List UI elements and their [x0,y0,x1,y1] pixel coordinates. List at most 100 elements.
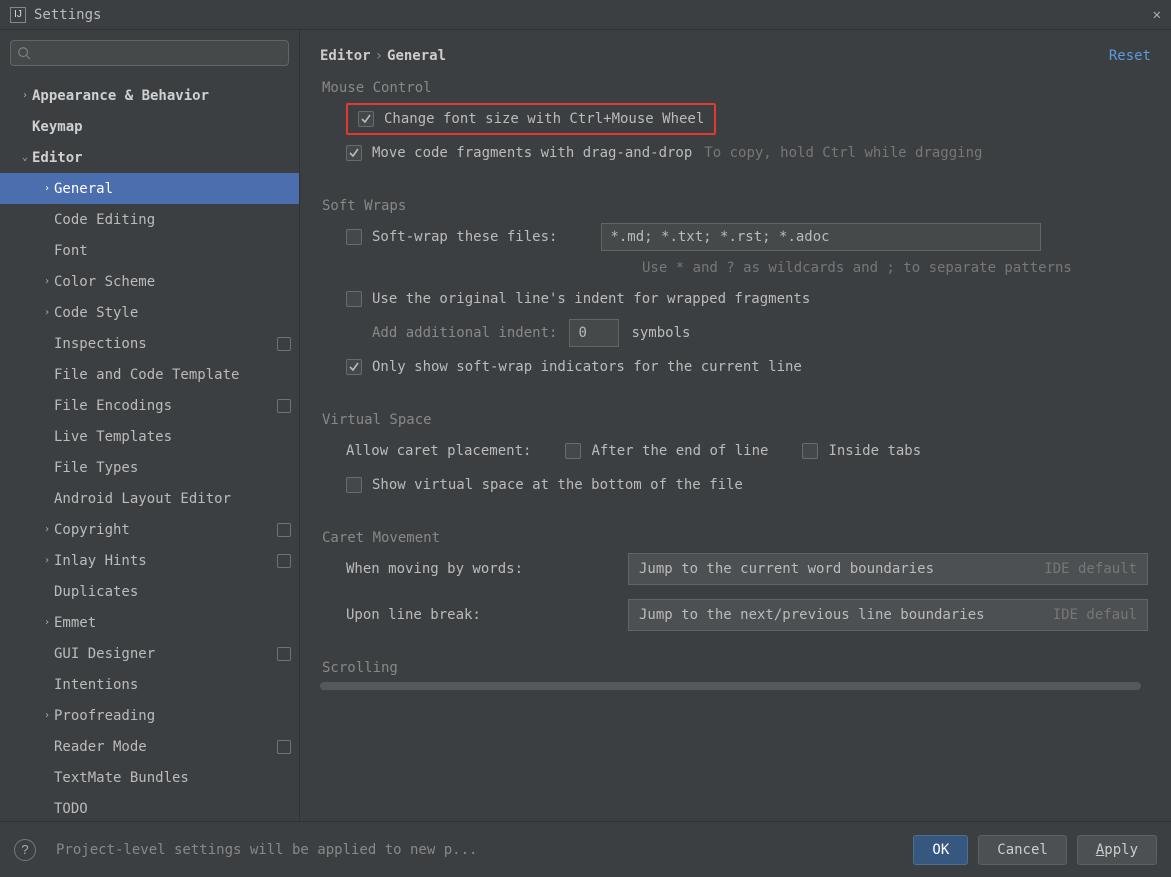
section-caret-movement: Caret Movement [320,522,1171,552]
project-scope-icon [277,647,291,661]
tree-item-label: Emmet [54,615,291,631]
tree-item-label: Android Layout Editor [54,491,291,507]
search-icon [17,46,31,60]
tree-item-reader-mode[interactable]: Reader Mode [0,731,299,762]
tree-item-label: Live Templates [54,429,291,445]
section-mouse-control: Mouse Control [320,72,1171,102]
by-words-label: When moving by words: [346,561,616,577]
tree-item-file-and-code-template[interactable]: File and Code Template [0,359,299,390]
only-show-indicators-checkbox[interactable]: Only show soft-wrap indicators for the c… [346,359,802,375]
tree-item-color-scheme[interactable]: ›Color Scheme [0,266,299,297]
inside-tabs-checkbox[interactable]: Inside tabs [802,443,921,459]
tree-item-code-editing[interactable]: Code Editing [0,204,299,235]
project-scope-icon [277,523,291,537]
tree-item-label: Code Editing [54,212,291,228]
breadcrumb: Editor›General [320,48,446,64]
tree-item-emmet[interactable]: ›Emmet [0,607,299,638]
tree-item-label: Editor [32,150,291,166]
tree-item-proofreading[interactable]: ›Proofreading [0,700,299,731]
tree-item-label: GUI Designer [54,646,277,662]
settings-sidebar: ›Appearance & BehaviorKeymap⌄Editor›Gene… [0,30,300,821]
ok-button[interactable]: OK [913,835,968,865]
project-scope-icon [277,554,291,568]
project-scope-icon [277,337,291,351]
chevron-down-icon: ⌄ [18,152,32,163]
horizontal-scrollbar[interactable] [320,682,1171,692]
tree-item-label: File Encodings [54,398,277,414]
tree-item-general[interactable]: ›General [0,173,299,204]
line-break-label: Upon line break: [346,607,616,623]
window-title: Settings [34,7,101,23]
tree-item-label: Duplicates [54,584,291,600]
by-words-dropdown[interactable]: Jump to the current word boundaries IDE … [628,553,1148,585]
titlebar: IJ Settings ✕ [0,0,1171,30]
chevron-right-icon: › [40,710,54,721]
tree-item-label: Keymap [32,119,291,135]
tree-item-live-templates[interactable]: Live Templates [0,421,299,452]
tree-item-font[interactable]: Font [0,235,299,266]
tree-item-label: Font [54,243,291,259]
add-indent-label: Add additional indent: [372,325,557,341]
tree-item-duplicates[interactable]: Duplicates [0,576,299,607]
project-scope-icon [277,740,291,754]
chevron-right-icon: › [40,276,54,287]
move-code-fragments-checkbox[interactable]: Move code fragments with drag-and-drop [346,145,692,161]
tree-item-label: Copyright [54,522,277,538]
app-icon: IJ [10,7,26,23]
chevron-right-icon: › [40,183,54,194]
tree-item-label: Intentions [54,677,291,693]
tree-item-textmate-bundles[interactable]: TextMate Bundles [0,762,299,793]
section-soft-wraps: Soft Wraps [320,190,1171,220]
help-icon[interactable]: ? [14,839,36,861]
project-scope-icon [277,399,291,413]
chevron-right-icon: › [18,90,32,101]
tree-item-label: Inlay Hints [54,553,277,569]
tree-item-label: Reader Mode [54,739,277,755]
tree-item-label: File and Code Template [54,367,291,383]
tree-item-copyright[interactable]: ›Copyright [0,514,299,545]
dialog-footer: ? Project-level settings will be applied… [0,821,1171,877]
search-input[interactable] [10,40,289,66]
add-indent-suffix: symbols [631,325,690,341]
tree-item-file-types[interactable]: File Types [0,452,299,483]
chevron-right-icon: › [40,555,54,566]
line-break-dropdown[interactable]: Jump to the next/previous line boundarie… [628,599,1148,631]
section-scrolling: Scrolling [320,652,1171,682]
tree-item-editor[interactable]: ⌄Editor [0,142,299,173]
settings-content: Editor›General Reset Mouse Control Chang… [300,30,1171,821]
chevron-right-icon: › [40,617,54,628]
soft-wrap-files-checkbox[interactable]: Soft-wrap these files: [346,229,557,245]
add-indent-input[interactable] [569,319,619,347]
settings-tree: ›Appearance & BehaviorKeymap⌄Editor›Gene… [0,76,299,821]
reset-link[interactable]: Reset [1109,48,1151,64]
tree-item-label: General [54,181,291,197]
tree-item-android-layout-editor[interactable]: Android Layout Editor [0,483,299,514]
tree-item-todo[interactable]: TODO [0,793,299,821]
tree-item-code-style[interactable]: ›Code Style [0,297,299,328]
chevron-right-icon: › [40,524,54,535]
tree-item-file-encodings[interactable]: File Encodings [0,390,299,421]
tree-item-label: Color Scheme [54,274,291,290]
tree-item-appearance-behavior[interactable]: ›Appearance & Behavior [0,80,299,111]
change-font-size-checkbox[interactable]: Change font size with Ctrl+Mouse Wheel [358,111,704,127]
chevron-right-icon: › [40,307,54,318]
tree-item-label: Appearance & Behavior [32,88,291,104]
apply-button[interactable]: Apply [1077,835,1157,865]
tree-item-keymap[interactable]: Keymap [0,111,299,142]
tree-item-inspections[interactable]: Inspections [0,328,299,359]
tree-item-inlay-hints[interactable]: ›Inlay Hints [0,545,299,576]
original-indent-checkbox[interactable]: Use the original line's indent for wrapp… [346,291,810,307]
cancel-button[interactable]: Cancel [978,835,1067,865]
allow-caret-label: Allow caret placement: [346,443,531,459]
tree-item-label: File Types [54,460,291,476]
section-virtual-space: Virtual Space [320,404,1171,434]
after-eol-checkbox[interactable]: After the end of line [565,443,768,459]
tree-item-label: TextMate Bundles [54,770,291,786]
soft-wrap-files-input[interactable] [601,223,1041,251]
show-virtual-space-bottom-checkbox[interactable]: Show virtual space at the bottom of the … [346,477,743,493]
soft-wrap-hint: Use * and ? as wildcards and ; to separa… [642,260,1171,276]
tree-item-gui-designer[interactable]: GUI Designer [0,638,299,669]
tree-item-intentions[interactable]: Intentions [0,669,299,700]
close-icon[interactable]: ✕ [1153,7,1161,23]
move-code-fragments-hint: To copy, hold Ctrl while dragging [704,145,982,161]
